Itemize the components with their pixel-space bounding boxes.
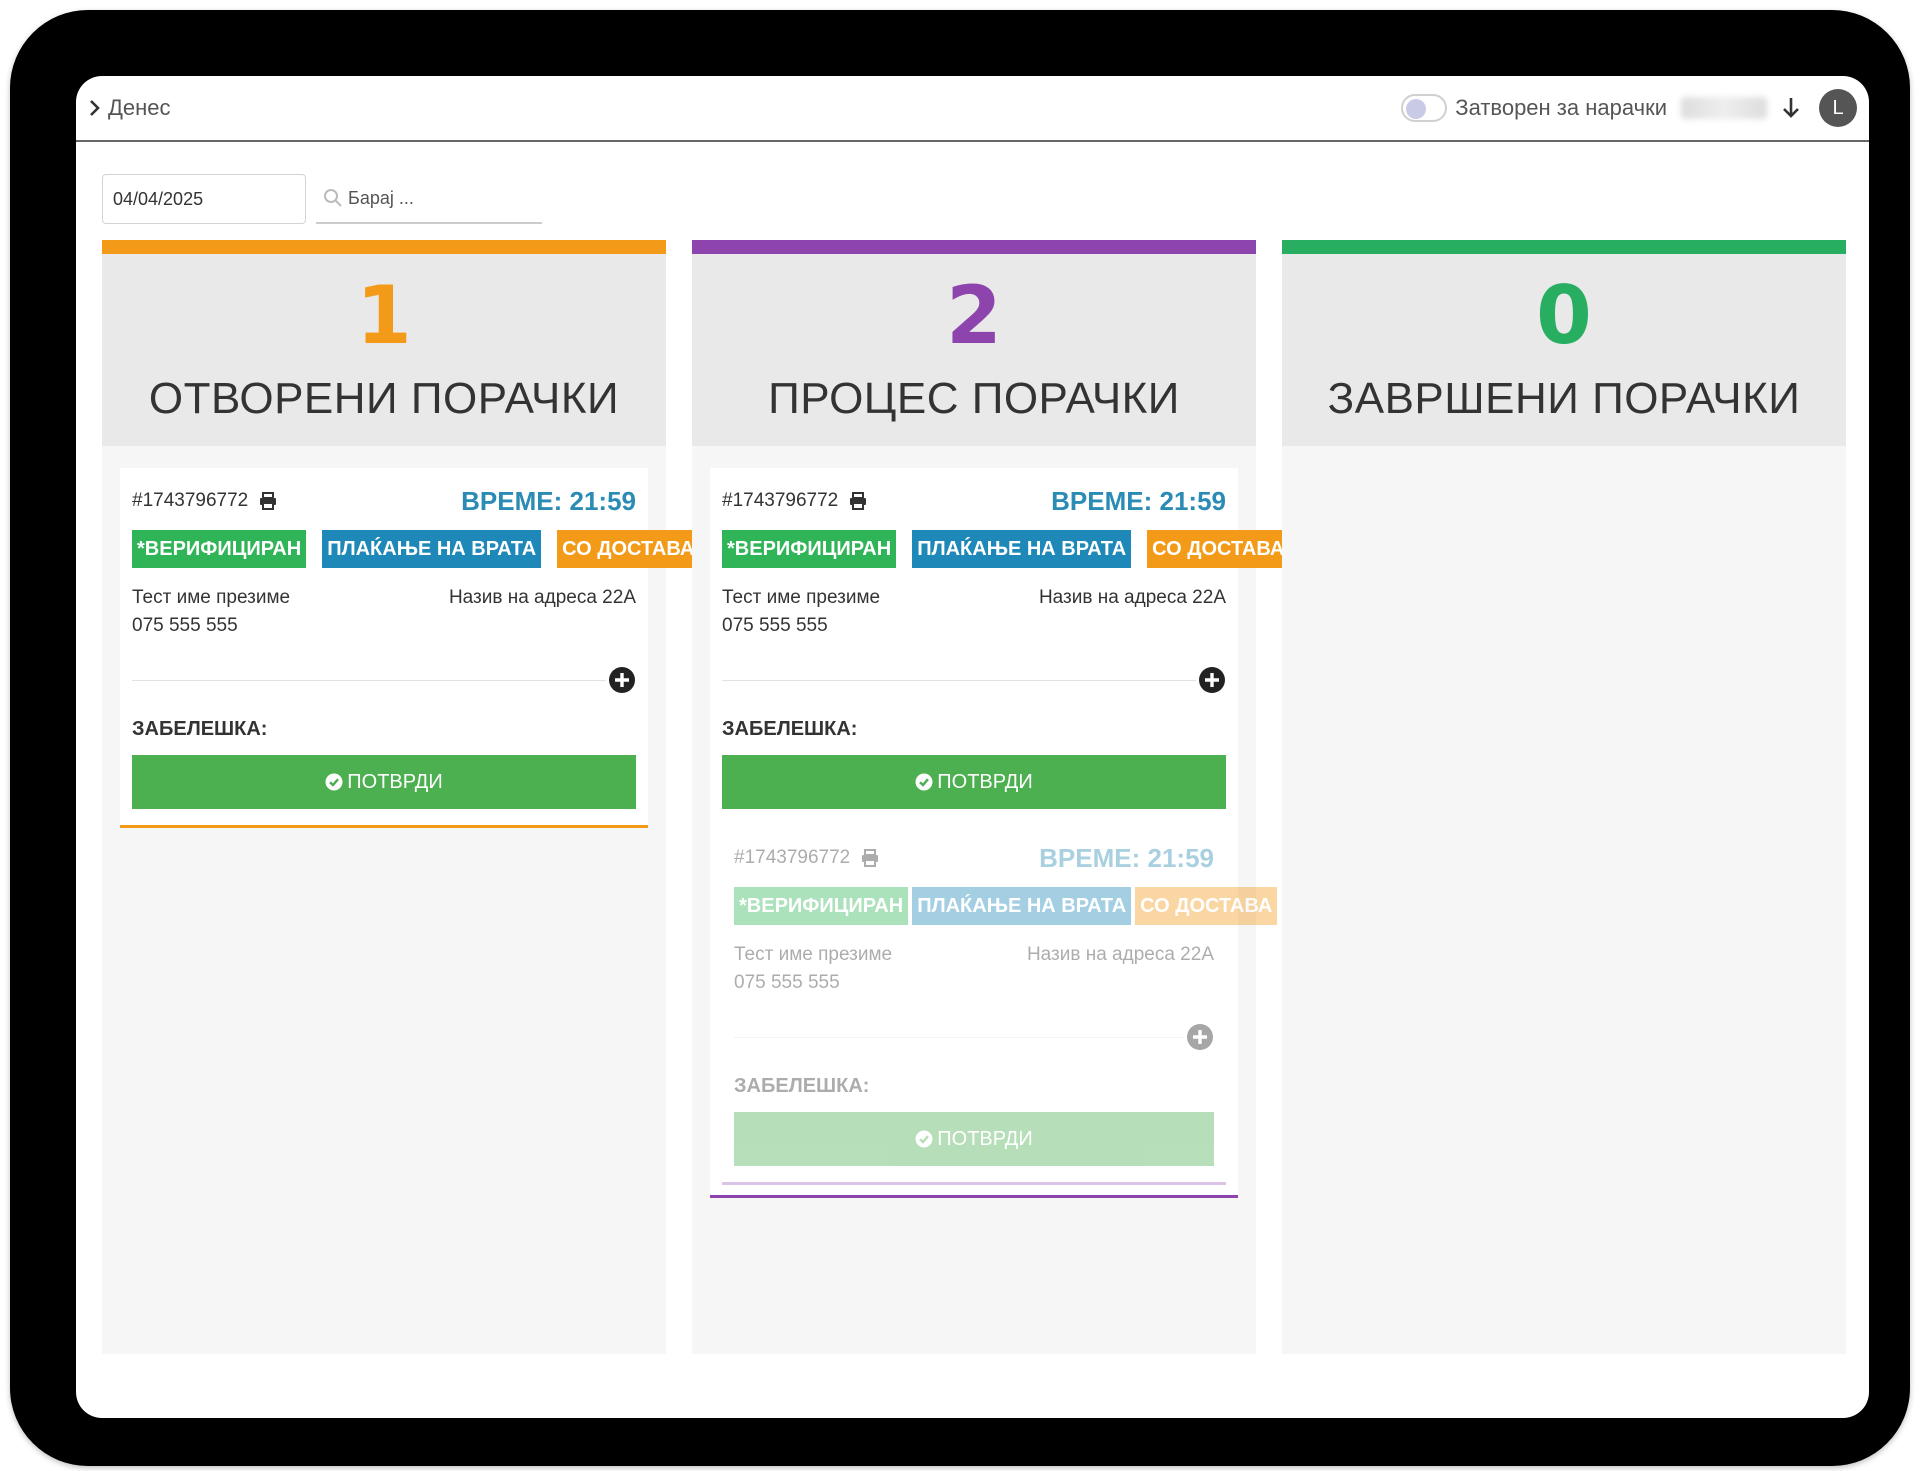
chevron-right-icon[interactable]	[86, 97, 104, 119]
divider	[722, 680, 1196, 681]
device-frame: Денес Затворен за нарачки L 04/04/2025 Б…	[10, 10, 1910, 1466]
check-circle-icon	[325, 773, 343, 791]
divider	[734, 1037, 1184, 1038]
customer-phone: 075 555 555	[132, 615, 238, 636]
confirm-button[interactable]: ПОТВРДИ	[132, 755, 636, 809]
order-id: #1743796772	[132, 490, 278, 512]
order-badges: *ВЕРИФИЦИРАН ПЛАЌАЊЕ НА ВРАТА СО ДОСТАВА	[132, 530, 700, 568]
confirm-button-label: ПОТВРДИ	[937, 770, 1033, 793]
customer-address: Назив на адреса 22A	[1026, 944, 1214, 965]
order-card[interactable]: #1743796772 ВРЕМЕ: 21:59 *ВЕРИФИЦИРАН ПЛ…	[120, 468, 700, 828]
print-icon[interactable]	[848, 491, 868, 511]
confirm-button-label: ПОТВРДИ	[937, 1127, 1033, 1150]
check-circle-icon	[915, 773, 933, 791]
order-count: 2	[946, 269, 1002, 362]
customer-phone: 075 555 555	[734, 972, 840, 993]
top-bar: Денес Затворен за нарачки L	[76, 76, 1869, 142]
order-id-text: #1743796772	[722, 490, 839, 511]
badge-payment-at-door: ПЛАЌАЊЕ НА ВРАТА	[912, 887, 1132, 925]
order-id-text: #1743796772	[734, 847, 851, 868]
note-label: ЗАБЕЛЕШКА:	[132, 718, 268, 740]
badge-payment-at-door: ПЛАЌАЊЕ НА ВРАТА	[912, 530, 1132, 568]
column-header: 0 ЗАВРШЕНИ ПОРАЧКИ	[1282, 240, 1846, 446]
avatar[interactable]: L	[1819, 89, 1857, 127]
badge-payment-at-door: ПЛАЌАЊЕ НА ВРАТА	[322, 530, 542, 568]
plus-circle-icon[interactable]	[1198, 666, 1226, 694]
order-id-text: #1743796772	[132, 490, 249, 511]
customer-address: Назив на адреса 22A	[1038, 587, 1226, 608]
column-header: 2 ПРОЦЕС ПОРАЧКИ	[692, 240, 1256, 446]
order-time: ВРЕМЕ: 21:59	[1051, 485, 1226, 516]
column-title: ОТВОРЕНИ ПОРАЧКИ	[148, 374, 620, 423]
order-badges: *ВЕРИФИЦИРАН ПЛАЌАЊЕ НА ВРАТА СО ДОСТАВА	[722, 530, 1290, 568]
confirm-button[interactable]: ПОТВРДИ	[722, 755, 1226, 809]
print-icon[interactable]	[258, 491, 278, 511]
customer-address: Назив на адреса 22A	[448, 587, 636, 608]
order-badges: *ВЕРИФИЦИРАН ПЛАЌАЊЕ НА ВРАТА СО ДОСТАВА	[734, 887, 1278, 925]
order-time: ВРЕМЕ: 21:59	[1039, 842, 1214, 873]
page-title: Денес	[108, 95, 171, 120]
date-input[interactable]	[102, 174, 306, 224]
check-circle-icon	[915, 1130, 933, 1148]
note-label: ЗАБЕЛЕШКА:	[722, 718, 858, 740]
toggle-knob	[1406, 99, 1427, 119]
order-count: 1	[356, 269, 412, 362]
search-box[interactable]	[316, 174, 542, 224]
confirm-button[interactable]: ПОТВРДИ	[734, 1112, 1214, 1166]
order-card-ghost[interactable]: #1743796772 ВРЕМЕ: 21:59 *ВЕРИФИЦИРАН ПЛ…	[722, 825, 1278, 1185]
search-input[interactable]	[348, 187, 528, 209]
column-finished-orders: 0 ЗАВРШЕНИ ПОРАЧКИ	[1282, 240, 1846, 1354]
arrow-down-icon[interactable]	[1781, 96, 1803, 120]
divider	[132, 680, 606, 681]
column-process-orders: 2 ПРОЦЕС ПОРАЧКИ #1743796772 ВРЕМЕ: 21:5…	[692, 240, 1290, 1354]
search-icon	[322, 187, 344, 209]
column-open-orders: 1 ОТВОРЕНИ ПОРАЧКИ #1743796772 ВРЕМЕ: 21…	[102, 240, 700, 1354]
badge-with-delivery: СО ДОСТАВА	[557, 530, 700, 568]
badge-with-delivery: СО ДОСТАВА	[1135, 887, 1278, 925]
customer-name: Тест име презиме	[132, 587, 291, 608]
username-blurred	[1681, 97, 1767, 119]
plus-circle-icon[interactable]	[1186, 1023, 1214, 1051]
plus-circle-icon[interactable]	[608, 666, 636, 694]
print-icon[interactable]	[860, 848, 880, 868]
badge-verified: *ВЕРИФИЦИРАН	[734, 887, 909, 925]
app-screen: Денес Затворен за нарачки L 04/04/2025 Б…	[76, 76, 1869, 1418]
order-time: ВРЕМЕ: 21:59	[461, 485, 636, 516]
badge-verified: *ВЕРИФИЦИРАН	[722, 530, 897, 568]
note-label: ЗАБЕЛЕШКА:	[734, 1075, 870, 1097]
closed-for-orders-toggle[interactable]	[1401, 94, 1448, 122]
column-title: ПРОЦЕС ПОРАЧКИ	[768, 374, 1180, 423]
customer-phone: 075 555 555	[722, 615, 828, 636]
order-count: 0	[1536, 269, 1592, 362]
breadcrumb[interactable]: Денес	[76, 95, 171, 121]
order-id: #1743796772	[734, 847, 880, 869]
order-id: #1743796772	[722, 490, 868, 512]
column-header: 1 ОТВОРЕНИ ПОРАЧКИ	[102, 240, 666, 446]
customer-name: Тест име презиме	[722, 587, 881, 608]
closed-for-orders-label: Затворен за нарачки	[1455, 95, 1667, 120]
badge-with-delivery: СО ДОСТАВА	[1147, 530, 1290, 568]
confirm-button-label: ПОТВРДИ	[347, 770, 443, 793]
column-title: ЗАВРШЕНИ ПОРАЧКИ	[1327, 374, 1801, 423]
order-card[interactable]: #1743796772 ВРЕМЕ: 21:59 *ВЕРИФИЦИРАН ПЛ…	[710, 468, 1290, 1198]
customer-name: Тест име презиме	[734, 944, 893, 965]
badge-verified: *ВЕРИФИЦИРАН	[132, 530, 307, 568]
